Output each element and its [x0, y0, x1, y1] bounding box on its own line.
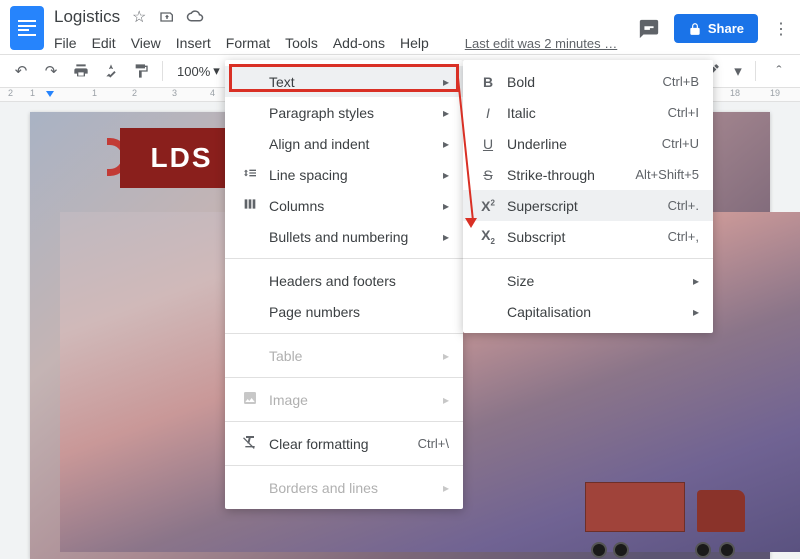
editing-mode-dropdown[interactable]: ▾	[731, 58, 745, 84]
italic-icon: I	[477, 105, 499, 121]
submenu-arrow-icon: ▸	[443, 75, 449, 89]
share-button-label: Share	[708, 21, 744, 36]
chevron-down-icon: ▾	[213, 63, 220, 79]
text-capitalisation[interactable]: Capitalisation▸	[463, 296, 713, 327]
header-bar: Logistics ☆ File Edit View Insert Format…	[0, 0, 800, 54]
menu-edit[interactable]: Edit	[92, 35, 116, 51]
superscript-icon: X2	[477, 198, 499, 214]
subscript-icon: X2	[477, 227, 499, 246]
indent-marker[interactable]	[46, 91, 54, 97]
vertical-more-icon[interactable]: ⋮	[772, 19, 790, 39]
clear-format-icon	[239, 434, 261, 453]
move-icon[interactable]	[158, 8, 176, 26]
format-headers-footers[interactable]: Headers and footers	[225, 265, 463, 296]
ruler-number: 2	[132, 88, 137, 98]
text-superscript[interactable]: X2 Superscript Ctrl+.	[463, 190, 713, 221]
format-text[interactable]: Text▸	[225, 66, 463, 97]
format-paragraph-styles[interactable]: Paragraph styles▸	[225, 97, 463, 128]
format-page-numbers[interactable]: Page numbers	[225, 296, 463, 327]
format-clear-formatting[interactable]: Clear formattingCtrl+\	[225, 428, 463, 459]
ruler-number: 3	[172, 88, 177, 98]
undo-button[interactable]: ↶	[8, 58, 34, 84]
title-and-menu: Logistics ☆ File Edit View Insert Format…	[54, 6, 617, 54]
paint-format-button[interactable]	[128, 58, 154, 84]
format-table: Table▸	[225, 340, 463, 371]
comments-icon[interactable]	[638, 18, 660, 40]
redo-button[interactable]: ↷	[38, 58, 64, 84]
bold-icon: B	[477, 74, 499, 90]
menu-help[interactable]: Help	[400, 35, 429, 51]
print-button[interactable]	[68, 58, 94, 84]
menu-file[interactable]: File	[54, 35, 77, 51]
menu-tools[interactable]: Tools	[285, 35, 318, 51]
ruler-number: 19	[770, 88, 780, 98]
zoom-selector[interactable]: 100%▾	[171, 63, 226, 79]
format-bullets-numbering[interactable]: Bullets and numbering▸	[225, 221, 463, 252]
docs-logo-glyph	[18, 20, 36, 36]
format-menu: Text▸ Paragraph styles▸ Align and indent…	[225, 60, 463, 509]
text-strikethrough[interactable]: S Strike-through Alt+Shift+5	[463, 159, 713, 190]
menu-view[interactable]: View	[131, 35, 161, 51]
ruler-number: 1	[92, 88, 97, 98]
cloud-saved-icon[interactable]	[186, 8, 204, 26]
share-button[interactable]: Share	[674, 14, 758, 43]
underline-icon: U	[477, 136, 499, 152]
columns-icon	[239, 196, 261, 215]
lock-icon	[688, 22, 702, 36]
ruler-number: 4	[210, 88, 215, 98]
menu-insert[interactable]: Insert	[176, 35, 211, 51]
strikethrough-icon: S	[477, 167, 499, 183]
menu-addons[interactable]: Add-ons	[333, 35, 385, 51]
text-subscript[interactable]: X2 Subscript Ctrl+,	[463, 221, 713, 252]
text-bold[interactable]: B Bold Ctrl+B	[463, 66, 713, 97]
zoom-value: 100%	[177, 64, 210, 79]
text-underline[interactable]: U Underline Ctrl+U	[463, 128, 713, 159]
star-icon[interactable]: ☆	[130, 8, 148, 26]
menu-format[interactable]: Format	[226, 35, 270, 51]
format-borders-lines: Borders and lines▸	[225, 472, 463, 503]
docs-logo[interactable]	[10, 6, 44, 50]
format-columns[interactable]: Columns▸	[225, 190, 463, 221]
image-icon	[239, 390, 261, 409]
annotation-arrow-head	[465, 218, 477, 228]
lds-text: LDS	[151, 142, 213, 174]
last-edit-link[interactable]: Last edit was 2 minutes …	[465, 36, 617, 51]
menubar: File Edit View Insert Format Tools Add-o…	[54, 32, 617, 54]
shortcut-text: Ctrl+\	[418, 436, 449, 451]
text-submenu: B Bold Ctrl+B I Italic Ctrl+I U Underlin…	[463, 60, 713, 333]
spellcheck-button[interactable]	[98, 58, 124, 84]
truck-graphic	[585, 472, 745, 552]
format-image: Image▸	[225, 384, 463, 415]
ruler-number: 1	[30, 88, 35, 98]
hide-menus-button[interactable]: ˆ	[766, 58, 792, 84]
ruler-number: 18	[730, 88, 740, 98]
ruler-number: 2	[8, 88, 13, 98]
format-line-spacing[interactable]: Line spacing▸	[225, 159, 463, 190]
line-spacing-icon	[239, 165, 261, 184]
document-title[interactable]: Logistics	[54, 7, 120, 27]
format-align-indent[interactable]: Align and indent▸	[225, 128, 463, 159]
text-size[interactable]: Size▸	[463, 265, 713, 296]
text-italic[interactable]: I Italic Ctrl+I	[463, 97, 713, 128]
